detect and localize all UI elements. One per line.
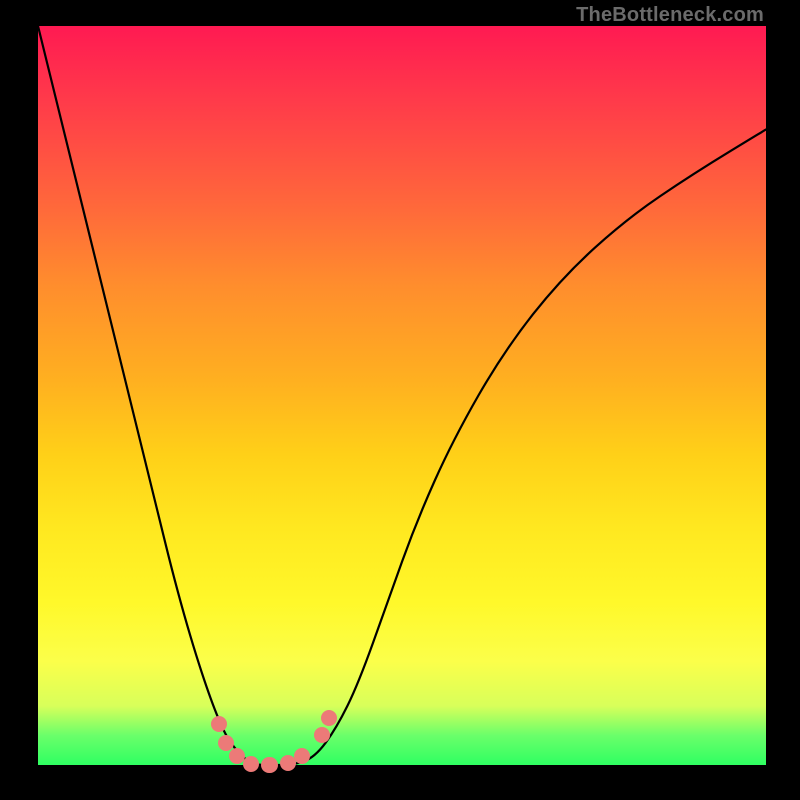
watermark-text: TheBottleneck.com (576, 4, 764, 27)
curve-marker (243, 756, 259, 772)
curve-marker (211, 716, 227, 732)
curve-marker (261, 757, 277, 773)
curve-marker (218, 735, 234, 751)
chart-stage: TheBottleneck.com (0, 0, 800, 800)
plot-area (38, 26, 766, 765)
